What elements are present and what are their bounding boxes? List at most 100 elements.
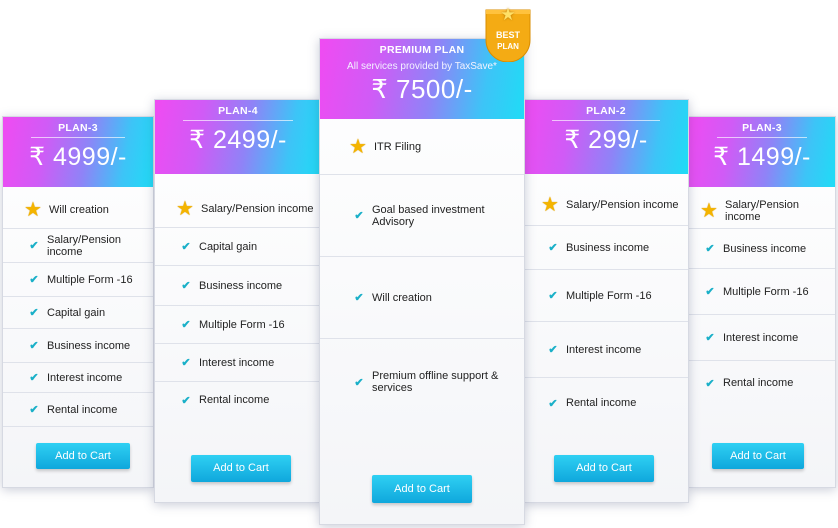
check-icon: ✔: [705, 286, 715, 298]
check-icon: ✔: [29, 372, 39, 384]
feature-item: ✔ Interest income: [3, 363, 153, 393]
feature-item: ✔ Multiple Form -16: [689, 269, 835, 315]
feature-label: Interest income: [47, 371, 123, 384]
check-icon: ✔: [181, 394, 191, 407]
add-to-cart-button[interactable]: Add to Cart: [712, 443, 804, 469]
feature-item: ✔ Multiple Form -16: [3, 263, 153, 297]
feature-label: Multiple Form -16: [47, 273, 133, 286]
feature-item: ★ Salary/Pension income: [155, 190, 321, 228]
feature-label: Rental income: [47, 403, 118, 416]
add-to-cart-button[interactable]: Add to Cart: [36, 443, 130, 469]
check-icon: ✔: [181, 319, 191, 331]
feature-item: ✔ Multiple Form -16: [524, 270, 688, 322]
best-plan-badge: ★ BEST PLAN: [480, 5, 536, 62]
plan-header: PLAN-2 ₹ 299/-: [524, 100, 688, 174]
plan-name: PLAN-3: [717, 117, 807, 138]
feature-label: Capital gain: [47, 306, 106, 319]
plan-name: PLAN-2: [552, 100, 660, 121]
feature-label: Business income: [723, 242, 807, 255]
add-to-cart-button[interactable]: Add to Cart: [554, 455, 654, 482]
check-icon: ✔: [29, 240, 39, 252]
feature-label: Business income: [566, 241, 650, 254]
check-icon: ✔: [29, 307, 39, 319]
check-icon: ✔: [548, 344, 558, 356]
feature-label: Business income: [47, 339, 131, 352]
check-icon: ✔: [705, 332, 715, 344]
check-icon: ✔: [548, 397, 558, 410]
plan-price: ₹ 7500/-: [371, 74, 473, 104]
plan-price: ₹ 2499/-: [189, 126, 287, 154]
feature-label: Premium offline support & services: [372, 370, 499, 394]
feature-label: Salary/Pension income: [566, 198, 679, 211]
feature-item: ✔ Interest income: [524, 322, 688, 378]
feature-item: ✔ Business income: [3, 329, 153, 363]
feature-label: Multiple Form -16: [199, 318, 285, 331]
plan-header: PLAN-4 ₹ 2499/-: [155, 100, 321, 174]
feature-label: Capital gain: [199, 240, 258, 253]
star-icon: ★: [24, 198, 42, 221]
feature-label: ITR Filing: [374, 140, 422, 153]
check-icon: ✔: [354, 292, 364, 304]
star-icon: ★: [176, 197, 194, 220]
plan-card-4: PLAN-2 ₹ 299/- ★ Salary/Pension income ✔…: [523, 99, 689, 503]
feature-item: ✔ Capital gain: [155, 228, 321, 266]
feature-item: ✔ Business income: [689, 229, 835, 269]
check-icon: ✔: [354, 210, 364, 222]
check-icon: ✔: [181, 280, 191, 292]
plan-header: PLAN-3 ₹ 4999/-: [3, 117, 153, 187]
check-icon: ✔: [181, 357, 191, 369]
check-icon: ✔: [29, 340, 39, 352]
badge-star-icon: ★: [500, 5, 516, 24]
feature-item: ✔ Interest income: [155, 344, 321, 382]
feature-label: Interest income: [199, 356, 275, 369]
badge-line2: PLAN: [497, 42, 519, 51]
plan-name: PLAN-4: [183, 100, 293, 121]
badge-line1: BEST: [495, 30, 520, 40]
check-icon: ✔: [354, 376, 364, 389]
feature-label: Salary/Pension income: [725, 198, 799, 223]
feature-label: Will creation: [372, 291, 432, 304]
feature-label: Business income: [199, 279, 283, 292]
feature-item: ✔ Goal based investment Advisory: [320, 175, 524, 257]
feature-item: ✔ Business income: [155, 266, 321, 306]
check-icon: ✔: [181, 241, 191, 253]
feature-label: Salary/Pension income: [47, 233, 121, 258]
feature-item: ✔ Rental income: [155, 382, 321, 418]
plan-name: PLAN-3: [31, 117, 125, 138]
feature-label: Multiple Form -16: [566, 289, 652, 302]
feature-item: ✔ Salary/Pension income: [3, 229, 153, 263]
feature-label: Multiple Form -16: [723, 285, 809, 298]
feature-item: ✔ Premium offline support & services: [320, 339, 524, 425]
feature-item: ✔ Will creation: [320, 257, 524, 339]
plan-header: PLAN-3 ₹ 1499/-: [689, 117, 835, 187]
feature-label: Goal based investment Advisory: [372, 203, 485, 228]
plan-card-5: PLAN-3 ₹ 1499/- ★ Salary/Pension income …: [688, 116, 836, 488]
feature-label: Rental income: [199, 394, 270, 406]
feature-item: ✔ Interest income: [689, 315, 835, 361]
add-to-cart-button[interactable]: Add to Cart: [191, 455, 291, 482]
feature-label: Will creation: [49, 203, 109, 216]
star-icon: ★: [349, 135, 367, 158]
plan-card-1: PLAN-3 ₹ 4999/- ★ Will creation ✔ Salary…: [2, 116, 154, 488]
feature-label: Rental income: [723, 377, 794, 389]
feature-label: Salary/Pension income: [201, 202, 314, 215]
feature-label: Interest income: [566, 343, 642, 356]
feature-item: ✔ Rental income: [3, 393, 153, 427]
check-icon: ✔: [705, 243, 715, 255]
check-icon: ✔: [548, 242, 558, 254]
feature-label: Rental income: [566, 397, 637, 409]
plan-price: ₹ 4999/-: [29, 143, 127, 171]
check-icon: ✔: [548, 290, 558, 302]
feature-item: ★ Will creation: [3, 191, 153, 229]
feature-item: ★ Salary/Pension income: [524, 184, 688, 226]
add-to-cart-button[interactable]: Add to Cart: [372, 475, 472, 503]
feature-item: ✔ Business income: [524, 226, 688, 270]
feature-item: ★ Salary/Pension income: [689, 193, 835, 229]
feature-item: ✔ Capital gain: [3, 297, 153, 329]
feature-label: Interest income: [723, 331, 799, 344]
feature-item: ✔ Rental income: [524, 378, 688, 428]
plan-name: PREMIUM PLAN: [379, 44, 465, 56]
check-icon: ✔: [29, 274, 39, 286]
feature-item: ★ ITR Filing: [320, 119, 524, 175]
feature-item: ✔ Multiple Form -16: [155, 306, 321, 344]
